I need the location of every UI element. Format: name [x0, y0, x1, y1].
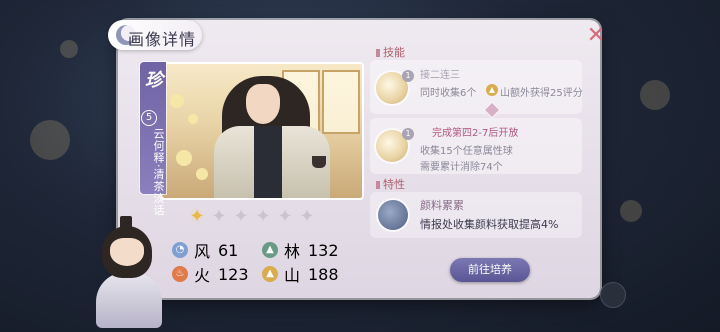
- mascot-cap: [120, 216, 132, 230]
- blossom-decor: [170, 94, 184, 108]
- star-rating: ✦ ✦ ✦ ✦ ✦ ✦: [188, 206, 318, 228]
- stat-value: 123: [218, 264, 249, 284]
- bokeh-light: [620, 200, 642, 222]
- bokeh-light: [30, 120, 70, 160]
- stat-label: 风: [194, 242, 211, 261]
- character-portrait: [160, 62, 364, 200]
- wind-icon: ◔: [172, 242, 188, 258]
- skill-desc-bonus: 山额外获得25评分: [500, 88, 583, 99]
- level-badge: 5: [141, 110, 157, 126]
- mountain-icon: ▲: [262, 266, 278, 282]
- bokeh-light: [640, 80, 670, 110]
- stat-wind: ◔ 风 61: [172, 238, 238, 262]
- tea-cup-icon: [312, 156, 326, 168]
- star-icon: ✦: [211, 206, 227, 227]
- stat-label: 山: [284, 266, 301, 285]
- character-robe-inner: [254, 126, 282, 198]
- ghost-icon: [600, 282, 626, 308]
- bokeh-light: [60, 40, 78, 58]
- traits-section-label: 特性: [372, 176, 409, 192]
- star-icon: ✦: [255, 206, 271, 227]
- stat-label: 火: [194, 266, 211, 285]
- blossom-decor: [188, 114, 198, 124]
- paint-icon: [378, 200, 408, 230]
- skill-level-badge: 1: [402, 70, 414, 82]
- close-icon: ✕: [586, 23, 606, 48]
- star-icon: ✦: [277, 206, 293, 227]
- close-button[interactable]: ✕: [584, 24, 608, 48]
- mountain-icon: ▲: [486, 84, 498, 96]
- mascot-face: [110, 238, 144, 266]
- character-face: [246, 84, 280, 124]
- skill-level-badge: 1: [402, 128, 414, 140]
- blossom-decor: [176, 150, 192, 166]
- window-decor: [322, 70, 360, 134]
- mascot-body: [96, 272, 162, 328]
- skill-desc: 收集15个任意属性球: [420, 146, 513, 157]
- skills-section-label: 技能: [372, 44, 409, 60]
- skill-unlock-hint: 完成第四2-7后开放: [432, 128, 519, 139]
- chibi-mascot: [88, 216, 168, 328]
- stat-value: 61: [218, 240, 239, 260]
- stat-label: 林: [284, 242, 301, 261]
- skill-title: 接二连三: [420, 70, 460, 81]
- fire-icon: ♨: [172, 266, 188, 282]
- skill-desc: 同时收集6个: [420, 88, 477, 99]
- stat-fire: ♨ 火 123: [172, 262, 249, 286]
- star-icon: ✦: [233, 206, 249, 227]
- blossom-decor: [196, 168, 208, 180]
- star-icon: ✦: [189, 206, 205, 227]
- stat-value: 132: [308, 240, 339, 260]
- page-title: 画像详情: [128, 30, 197, 49]
- skill-desc: 需要累计消除74个: [420, 162, 503, 173]
- rarity-label: 珍: [145, 70, 163, 91]
- forest-icon: ▲: [262, 242, 278, 258]
- trait-name: 颜料累累: [420, 199, 464, 212]
- card-name: 云何释·清茶淡话: [152, 128, 165, 217]
- stat-forest: ▲ 林 132: [262, 238, 339, 262]
- stat-mountain: ▲ 山 188: [262, 262, 339, 286]
- go-cultivate-button[interactable]: 前往培养: [450, 258, 530, 282]
- star-icon: ✦: [299, 206, 315, 227]
- trait-desc: 情报处收集颜料获取提高4%: [420, 218, 559, 231]
- stat-value: 188: [308, 264, 339, 284]
